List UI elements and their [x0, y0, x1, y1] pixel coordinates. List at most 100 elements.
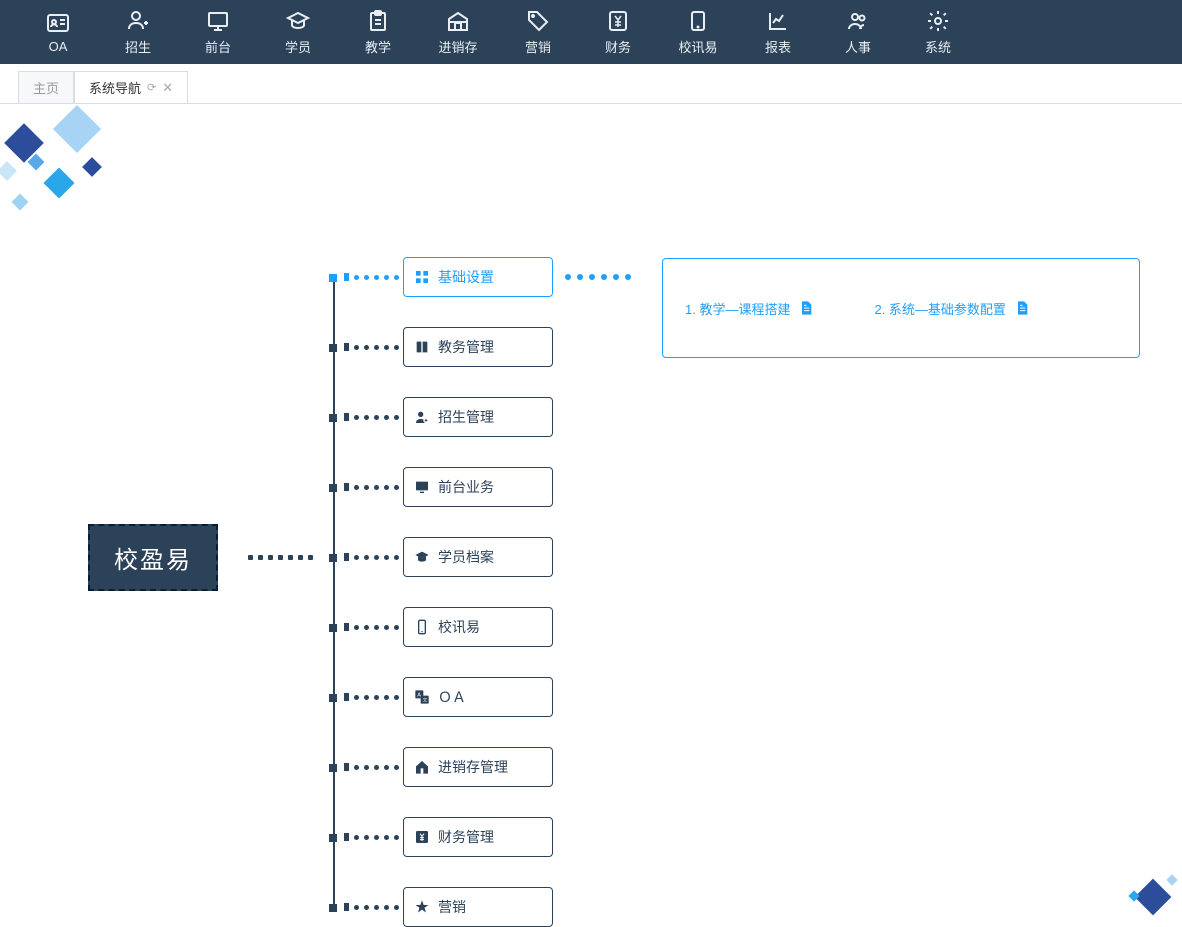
nav-label: 营销 [525, 37, 551, 56]
nav-enrollment[interactable]: 招生 [98, 9, 178, 56]
clipboard-icon [366, 9, 390, 33]
nav-label: 校讯易 [678, 37, 717, 56]
grid-icon [414, 269, 430, 285]
document-icon [798, 300, 814, 316]
branch-connector [344, 553, 399, 561]
root-connector [248, 554, 333, 560]
navigation-canvas: 校盈易 1. 教学—课程搭建 2. 系统—基础参数配置 基础设置教务管理招生管理… [0, 104, 1182, 918]
nav-teaching[interactable]: 教学 [338, 9, 418, 56]
category-home[interactable]: 进销存管理 [403, 747, 553, 787]
category-label: 前台业务 [438, 477, 494, 497]
branch-connector [344, 343, 399, 351]
person-plus-icon [414, 409, 430, 425]
yen-icon [606, 9, 630, 33]
nav-label: 系统 [925, 37, 951, 56]
branch-connector [344, 903, 399, 911]
nav-label: 人事 [845, 37, 871, 56]
nav-oa[interactable]: OA [18, 11, 98, 54]
category-monitor-sm[interactable]: 前台业务 [403, 467, 553, 507]
category-label: 招生管理 [438, 407, 494, 427]
category-book[interactable]: 教务管理 [403, 327, 553, 367]
id-card-icon [46, 11, 70, 35]
category-label: ＯＡ [438, 687, 466, 707]
nav-finance[interactable]: 财务 [578, 9, 658, 56]
category-label: 进销存管理 [438, 757, 508, 777]
branch-connector [344, 623, 399, 631]
nav-label: 报表 [765, 37, 791, 56]
trunk-marker [329, 344, 337, 352]
home-icon [414, 759, 430, 775]
nav-marketing[interactable]: 营销 [498, 9, 578, 56]
trunk-line [333, 278, 335, 908]
trunk-marker [329, 834, 337, 842]
yen-sm-icon [414, 829, 430, 845]
close-icon[interactable]: ✕ [162, 80, 173, 96]
tab-label: 系统导航 [89, 78, 141, 97]
people-icon [846, 9, 870, 33]
category-graduation-sm[interactable]: 学员档案 [403, 537, 553, 577]
detail-link-params[interactable]: 2. 系统—基础参数配置 [874, 277, 1029, 339]
category-translate[interactable]: A文 ＯＡ [403, 677, 553, 717]
nav-student[interactable]: 学员 [258, 9, 338, 56]
nav-label: 学员 [285, 37, 311, 56]
decoration-top-left [0, 104, 140, 244]
tag-icon [526, 9, 550, 33]
svg-text:A: A [417, 692, 421, 698]
trunk-marker [329, 274, 337, 282]
category-star[interactable]: 营销 [403, 887, 553, 927]
category-label: 校讯易 [438, 617, 480, 637]
graduation-sm-icon [414, 549, 430, 565]
nav-label: 前台 [205, 37, 231, 56]
nav-schoolmsg[interactable]: 校讯易 [658, 9, 738, 56]
nav-label: OA [49, 39, 68, 54]
detail-link-label: 2. 系统—基础参数配置 [874, 299, 1005, 318]
trunk-marker [329, 764, 337, 772]
trunk-marker [329, 554, 337, 562]
branch-connector [344, 413, 399, 421]
svg-text:文: 文 [423, 697, 428, 704]
nav-inventory[interactable]: 进销存 [418, 9, 498, 56]
root-node[interactable]: 校盈易 [88, 524, 218, 591]
nav-system[interactable]: 系统 [898, 9, 978, 56]
nav-reports[interactable]: 报表 [738, 9, 818, 56]
detail-link-label: 1. 教学—课程搭建 [685, 299, 790, 318]
root-label: 校盈易 [114, 547, 192, 574]
tab-home[interactable]: 主页 [18, 71, 74, 103]
detail-panel: 1. 教学—课程搭建 2. 系统—基础参数配置 [662, 258, 1140, 358]
refresh-icon[interactable]: ⟳ [147, 81, 156, 94]
gear-icon [926, 9, 950, 33]
category-yen-sm[interactable]: 财务管理 [403, 817, 553, 857]
detail-connector [565, 274, 631, 280]
person-add-icon [126, 9, 150, 33]
top-navigation: OA 招生 前台 学员 教学 进销存 营销 财务 校讯易 报表 人事 [0, 0, 1182, 64]
category-person-plus[interactable]: 招生管理 [403, 397, 553, 437]
chart-icon [766, 9, 790, 33]
category-label: 学员档案 [438, 547, 494, 567]
nav-frontdesk[interactable]: 前台 [178, 9, 258, 56]
trunk-marker [329, 694, 337, 702]
category-mobile[interactable]: 校讯易 [403, 607, 553, 647]
nav-hr[interactable]: 人事 [818, 9, 898, 56]
nav-label: 招生 [125, 37, 151, 56]
branch-connector [344, 763, 399, 771]
star-icon [414, 899, 430, 915]
branch-connector [344, 483, 399, 491]
monitor-icon [206, 9, 230, 33]
mobile-icon [414, 619, 430, 635]
translate-icon: A文 [414, 689, 430, 705]
branch-connector [344, 273, 399, 281]
category-grid[interactable]: 基础设置 [403, 257, 553, 297]
tab-system-nav[interactable]: 系统导航 ⟳ ✕ [74, 71, 188, 103]
branch-connector [344, 693, 399, 701]
nav-label: 教学 [365, 37, 391, 56]
detail-link-course[interactable]: 1. 教学—课程搭建 [685, 277, 814, 339]
branch-connector [344, 833, 399, 841]
monitor-sm-icon [414, 479, 430, 495]
book-icon [414, 339, 430, 355]
trunk-marker [329, 484, 337, 492]
decoration-bottom-right [1102, 858, 1182, 918]
document-icon [1014, 300, 1030, 316]
tablet-icon [686, 9, 710, 33]
category-label: 营销 [438, 897, 466, 917]
graduation-icon [286, 9, 310, 33]
